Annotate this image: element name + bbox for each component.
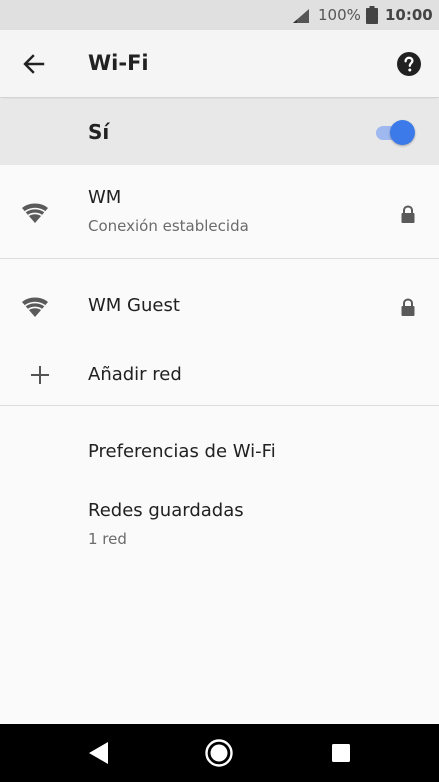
back-arrow-icon[interactable] — [18, 50, 48, 78]
wifi-preferences-label: Preferencias de Wi-Fi — [88, 441, 276, 462]
battery-icon — [366, 6, 378, 24]
app-bar: Wi-Fi — [0, 30, 439, 98]
plus-icon — [31, 366, 49, 384]
wifi-master-toggle-row[interactable]: Sí — [0, 99, 439, 165]
status-bar: 100% 10:00 — [0, 0, 439, 30]
wifi-preferences-item[interactable]: Preferencias de Wi-Fi — [0, 420, 439, 482]
network-item-wm[interactable]: WM Conexión establecida — [0, 166, 439, 258]
wifi-signal-icon — [22, 297, 48, 317]
wifi-signal-icon — [22, 203, 48, 223]
add-network-label: Añadir red — [88, 364, 182, 385]
saved-networks-label: Redes guardadas — [88, 500, 244, 521]
lock-icon — [401, 205, 415, 223]
clock: 10:00 — [385, 6, 433, 24]
saved-networks-item[interactable]: Redes guardadas 1 red — [0, 485, 439, 565]
recents-square-icon[interactable] — [326, 738, 356, 768]
add-network-item[interactable]: Añadir red — [0, 338, 439, 404]
home-circle-icon[interactable] — [204, 738, 234, 768]
help-icon[interactable] — [397, 52, 421, 76]
page-title: Wi-Fi — [88, 51, 149, 75]
network-item-wm-guest[interactable]: WM Guest — [0, 259, 439, 337]
battery-percent: 100% — [318, 6, 361, 24]
lock-icon — [401, 298, 415, 316]
divider — [0, 405, 439, 406]
signal-icon — [293, 9, 309, 23]
wifi-toggle-switch[interactable] — [376, 119, 416, 145]
network-name: WM Guest — [88, 295, 180, 316]
network-status: Conexión establecida — [88, 217, 249, 235]
wifi-master-toggle-label: Sí — [88, 120, 110, 144]
saved-networks-summary: 1 red — [88, 530, 127, 548]
navigation-bar — [0, 724, 439, 782]
back-triangle-icon[interactable] — [84, 738, 114, 768]
toggle-thumb — [390, 120, 415, 145]
network-name: WM — [88, 187, 122, 208]
